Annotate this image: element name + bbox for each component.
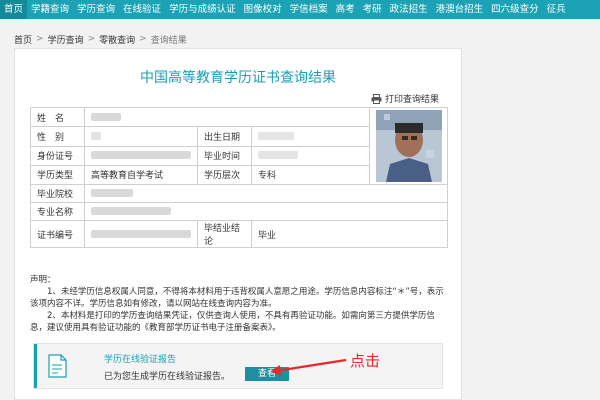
gender-label: 性 别 [30,126,85,147]
statement-line-2: 2、本材料是打印的学历查询结果凭证，仅供查询人使用，不具有再验证功能。如需向第三… [30,311,435,333]
student-photo [375,110,442,182]
degree-type-label: 学历类型 [30,164,85,186]
nav-image-check[interactable]: 图像校对 [240,0,286,19]
conclusion-label: 毕结业结论 [197,220,252,248]
verification-report-title[interactable]: 学历在线验证报告 [104,352,176,365]
redacted-value [91,112,121,121]
print-button[interactable]: 打印查询结果 [371,92,439,105]
nav-home[interactable]: 首页 [0,0,28,19]
name-value [84,106,370,128]
gender-value [84,126,198,147]
school-value [84,184,448,203]
nav-enrollment-query[interactable]: 学籍查询 [27,0,73,19]
redacted-value [91,151,191,160]
breadcrumb-home[interactable]: 首页 [14,33,32,46]
photo-image [375,110,442,182]
degree-level-value: 专科 [251,164,370,186]
nav-degree-certification[interactable]: 学历与成绩认证 [165,0,240,19]
nav-gaokao[interactable]: 高考 [332,0,359,19]
id-number-value [84,145,198,166]
nav-conscription[interactable]: 征兵 [543,0,570,19]
id-number-label: 身份证号 [30,145,85,166]
certificate-number-label: 证书编号 [30,220,85,248]
table-row: 专业名称 [30,202,448,221]
name-label: 姓 名 [30,106,85,128]
school-label: 毕业院校 [30,184,85,203]
nav-hmt-admission[interactable]: 港澳台招生 [432,0,488,19]
table-row: 姓 名 [30,106,448,185]
verification-report-box: 学历在线验证报告 已为您生成学历在线验证报告。 查看 [33,343,443,389]
breadcrumb-scatter-query[interactable]: 零散查询 [99,33,135,46]
conclusion-value: 毕业 [251,220,448,248]
printer-icon [371,93,382,104]
certificate-number-value [84,220,198,248]
redacted-value [258,131,294,140]
nav-degree-query[interactable]: 学历查询 [73,0,119,19]
redacted-value [91,189,133,197]
statement: 声明： 1、未经学历信息权属人同意，不得将本材料用于违背权属人意愿之用途。学历信… [30,274,450,334]
major-value [84,202,448,221]
red-arrow-annotation [270,358,347,375]
redacted-value [258,151,298,160]
statement-heading: 声明： [30,275,56,285]
breadcrumb-separator: > [36,34,44,44]
click-annotation-label: 点击 [350,352,381,370]
page-title: 中国高等教育学历证书查询结果 [140,70,336,86]
nav-cet-score[interactable]: 四六级查分 [487,0,543,19]
birth-value [251,126,370,147]
grad-time-label: 毕业时间 [197,145,252,166]
document-icon [48,354,67,378]
breadcrumb-degree-query[interactable]: 学历查询 [48,33,84,46]
redacted-value [91,131,101,140]
top-navigation: 首页 学籍查询 学历查询 在线验证 学历与成绩认证 图像校对 学信档案 高考 考… [0,0,600,19]
redacted-value [91,207,171,215]
nav-law-admission[interactable]: 政法招生 [386,0,432,19]
info-table: 姓 名 性 别 出生日期 身份证号 毕业时间 学历类型 高等教育自学考试 学历层… [30,106,448,248]
accent-bar [34,344,37,388]
breadcrumb: 首页 > 学历查询 > 零散查询 > 查询结果 [14,32,187,46]
redacted-value [91,229,191,238]
breadcrumb-current: 查询结果 [150,35,187,46]
table-row: 证书编号 毕结业结论 毕业 [30,220,448,248]
photo-cell [369,107,448,185]
table-row: 毕业院校 [30,184,448,203]
nav-online-verify[interactable]: 在线验证 [119,0,165,19]
statement-line-1: 1、未经学历信息权属人同意，不得将本材料用于违背权属人意愿之用途。学历信息内容标… [30,287,444,309]
grad-time-value [251,145,370,166]
print-label: 打印查询结果 [384,95,439,105]
nav-archive[interactable]: 学信档案 [286,0,332,19]
breadcrumb-separator: > [139,34,147,44]
nav-kaoyan[interactable]: 考研 [359,0,386,19]
degree-type-value: 高等教育自学考试 [84,164,198,186]
result-panel: 中国高等教育学历证书查询结果 打印查询结果 姓 名 性 别 出生日期 身份证号 … [14,48,462,400]
degree-level-label: 学历层次 [197,164,252,186]
major-label: 专业名称 [30,202,85,221]
verification-report-desc: 已为您生成学历在线验证报告。 [104,372,231,382]
breadcrumb-separator: > [87,34,96,44]
birth-label: 出生日期 [197,126,252,147]
